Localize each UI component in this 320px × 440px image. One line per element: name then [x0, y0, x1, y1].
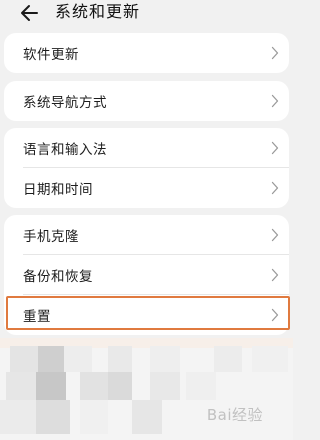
chevron-right-icon	[271, 268, 279, 282]
list-item-label: 语言和输入法	[23, 142, 107, 158]
list-item-label: 手机克隆	[23, 229, 79, 245]
highlight-box	[6, 296, 290, 330]
list-item-label: 系统导航方式	[23, 95, 107, 111]
settings-group-3: 语言和输入法 日期和时间	[4, 128, 289, 208]
chevron-right-icon	[271, 141, 279, 155]
list-item-language-input[interactable]: 语言和输入法	[4, 128, 289, 168]
settings-group-2: 系统导航方式	[4, 81, 289, 121]
chevron-right-icon	[271, 94, 279, 108]
list-item-label: 日期和时间	[23, 182, 93, 198]
list-item-date-time[interactable]: 日期和时间	[4, 168, 289, 208]
top-bar: 系统和更新	[0, 0, 293, 30]
list-item-label: 软件更新	[23, 47, 79, 63]
list-item-backup-restore[interactable]: 备份和恢复	[4, 255, 289, 295]
list-item-navigation-mode[interactable]: 系统导航方式	[4, 81, 289, 121]
back-arrow-icon[interactable]	[19, 1, 39, 25]
list-item-label: 备份和恢复	[23, 269, 93, 285]
watermark: Bai经验	[206, 406, 263, 424]
list-item-phone-clone[interactable]: 手机克隆	[4, 215, 289, 255]
chevron-right-icon	[271, 228, 279, 242]
blurred-content: Bai经验	[0, 338, 293, 440]
chevron-right-icon	[271, 46, 279, 60]
chevron-right-icon	[271, 181, 279, 195]
list-item-software-update[interactable]: 软件更新	[4, 33, 289, 73]
page-title: 系统和更新	[55, 2, 141, 21]
settings-group-1: 软件更新	[4, 33, 289, 73]
